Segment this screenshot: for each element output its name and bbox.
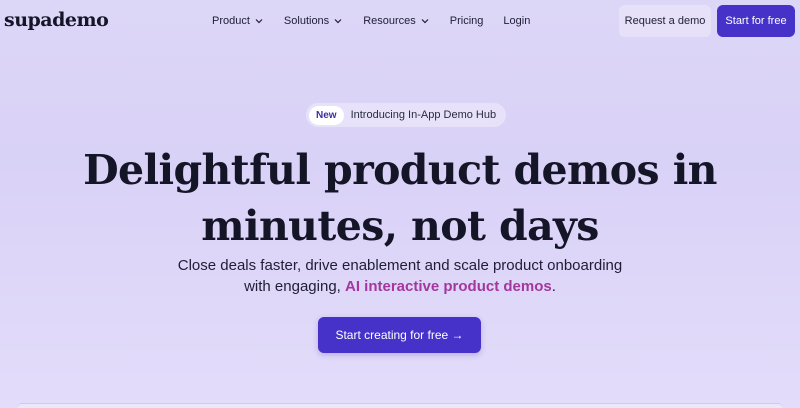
request-demo-button[interactable]: Request a demo	[619, 5, 711, 37]
subtitle-line-1: Close deals faster, drive enablement and…	[177, 257, 623, 274]
subtitle-line-2: with engaging, AI interactive product de…	[0, 276, 800, 297]
announcement-pill[interactable]: New Introducing In-App Demo Hub	[306, 103, 507, 127]
nav-item-label: Login	[503, 15, 531, 27]
main-menu: Product Solutions Resources Pricing Logi…	[212, 15, 550, 27]
nav-item-solutions[interactable]: Solutions	[284, 15, 343, 27]
nav-item-login[interactable]: Login	[503, 15, 530, 27]
supademo-logo[interactable]: supademo	[4, 9, 109, 31]
hero-subtitle: Close deals faster, drive enablement and…	[0, 255, 800, 297]
nav-item-pricing[interactable]: Pricing	[450, 15, 484, 27]
preview-panel-edge	[18, 403, 782, 408]
nav-item-label: Product	[212, 15, 250, 27]
chevron-down-icon	[255, 19, 263, 24]
nav-item-label: Resources	[363, 15, 416, 27]
headline-line-2: minutes, not days	[201, 202, 599, 250]
top-navigation: supademo Product Solutions Resources Pri…	[0, 0, 800, 42]
start-creating-button[interactable]: Start creating for free →	[318, 317, 481, 353]
hero-headline: Delightful product demos in minutes, not…	[0, 142, 800, 254]
chevron-down-icon	[334, 19, 342, 24]
nav-item-resources[interactable]: Resources	[363, 15, 430, 27]
start-for-free-button[interactable]: Start for free	[717, 5, 795, 37]
nav-item-label: Pricing	[449, 15, 484, 27]
subtitle-highlight: AI interactive product demos	[345, 278, 552, 295]
chevron-down-icon	[421, 19, 429, 24]
new-badge: New	[309, 105, 344, 125]
announcement-text: Introducing In-App Demo Hub	[350, 109, 497, 121]
subtitle-prefix: with engaging,	[244, 278, 345, 295]
nav-item-product[interactable]: Product	[212, 15, 264, 27]
headline-line-1: Delightful product demos in	[83, 146, 717, 194]
nav-item-label: Solutions	[283, 15, 330, 27]
subtitle-suffix: .	[551, 278, 556, 295]
